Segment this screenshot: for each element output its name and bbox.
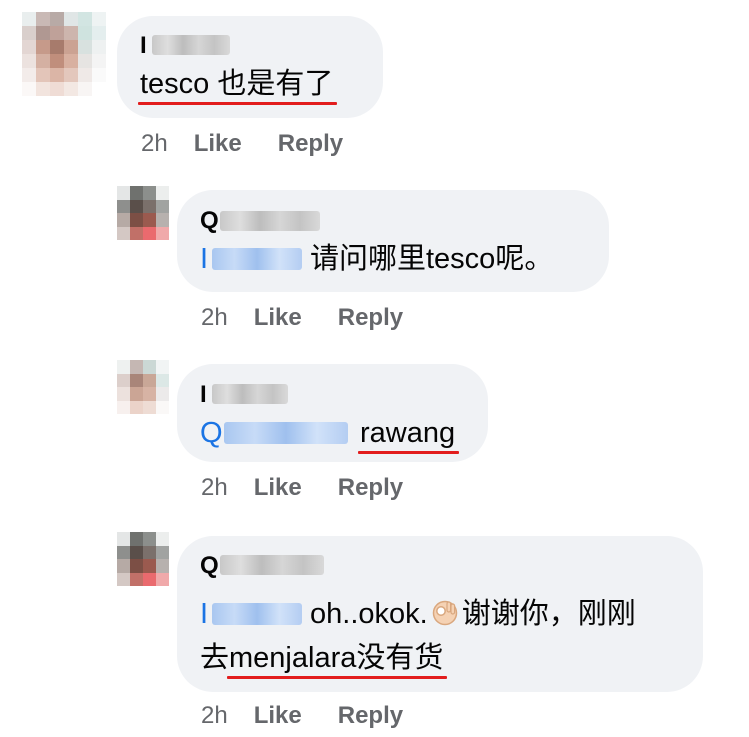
redacted-mention-name[interactable] xyxy=(212,603,302,625)
redacted-author-name xyxy=(220,555,324,575)
annotated-comment-text: tesco 也是有了 xyxy=(137,62,338,106)
like-button[interactable]: Like xyxy=(254,304,302,332)
comment-actions: 2h Like Reply xyxy=(201,702,439,730)
comment-timestamp[interactable]: 2h xyxy=(201,304,228,332)
mention-link[interactable]: Q xyxy=(200,417,223,449)
comment-text: 去menjalara没有货 xyxy=(200,636,448,680)
reply-button[interactable]: Reply xyxy=(338,702,403,730)
comment-text: 请问哪里tesco呢。 xyxy=(310,243,554,275)
comment-author[interactable]: I xyxy=(140,32,147,60)
mention-link[interactable]: I xyxy=(200,598,208,630)
annotated-comment-text: rawang xyxy=(357,411,460,455)
comment-text-line1-after: 谢谢你，刚刚 xyxy=(461,598,636,630)
redacted-author-name xyxy=(220,211,320,231)
comment-text: rawang xyxy=(357,411,460,455)
comment-text-line2-a: 去 xyxy=(200,642,230,674)
redacted-mention-name[interactable] xyxy=(224,422,348,444)
redacted-mention-name[interactable] xyxy=(212,248,302,270)
comment-actions: 2h Like Reply xyxy=(201,304,439,332)
reply-button[interactable]: Reply xyxy=(338,304,403,332)
comment-author[interactable]: Q xyxy=(200,552,219,580)
comment-author[interactable]: I xyxy=(200,381,207,409)
comment-timestamp[interactable]: 2h xyxy=(201,702,228,730)
comment-actions: 2h Like Reply xyxy=(201,474,439,502)
avatar[interactable] xyxy=(117,186,169,240)
avatar[interactable] xyxy=(117,532,169,586)
like-button[interactable]: Like xyxy=(194,130,242,158)
like-button[interactable]: Like xyxy=(254,702,302,730)
comment-text: I xyxy=(200,592,208,636)
comment-actions: 2h Like Reply xyxy=(141,130,379,158)
annotated-place-name: menjalara没有货 xyxy=(227,636,448,680)
avatar[interactable] xyxy=(117,360,169,414)
comment-text: tesco 也是有了 xyxy=(137,62,338,106)
comment-timestamp[interactable]: 2h xyxy=(201,474,228,502)
redacted-author-name xyxy=(212,384,288,404)
redacted-author-name xyxy=(152,35,230,55)
comment-text-line1: oh..okok. xyxy=(310,598,428,630)
reply-button[interactable]: Reply xyxy=(338,474,403,502)
avatar[interactable] xyxy=(22,12,106,96)
like-button[interactable]: Like xyxy=(254,474,302,502)
ok-hand-emoji-icon xyxy=(432,600,457,626)
comment-text: I xyxy=(200,237,208,281)
comment-timestamp[interactable]: 2h xyxy=(141,130,168,158)
reply-button[interactable]: Reply xyxy=(278,130,343,158)
mention-link[interactable]: I xyxy=(200,243,208,275)
comment-text: oh..okok. 谢谢你，刚刚 xyxy=(310,592,636,636)
comment-author[interactable]: Q xyxy=(200,207,219,235)
comment-text: Q xyxy=(200,411,223,455)
